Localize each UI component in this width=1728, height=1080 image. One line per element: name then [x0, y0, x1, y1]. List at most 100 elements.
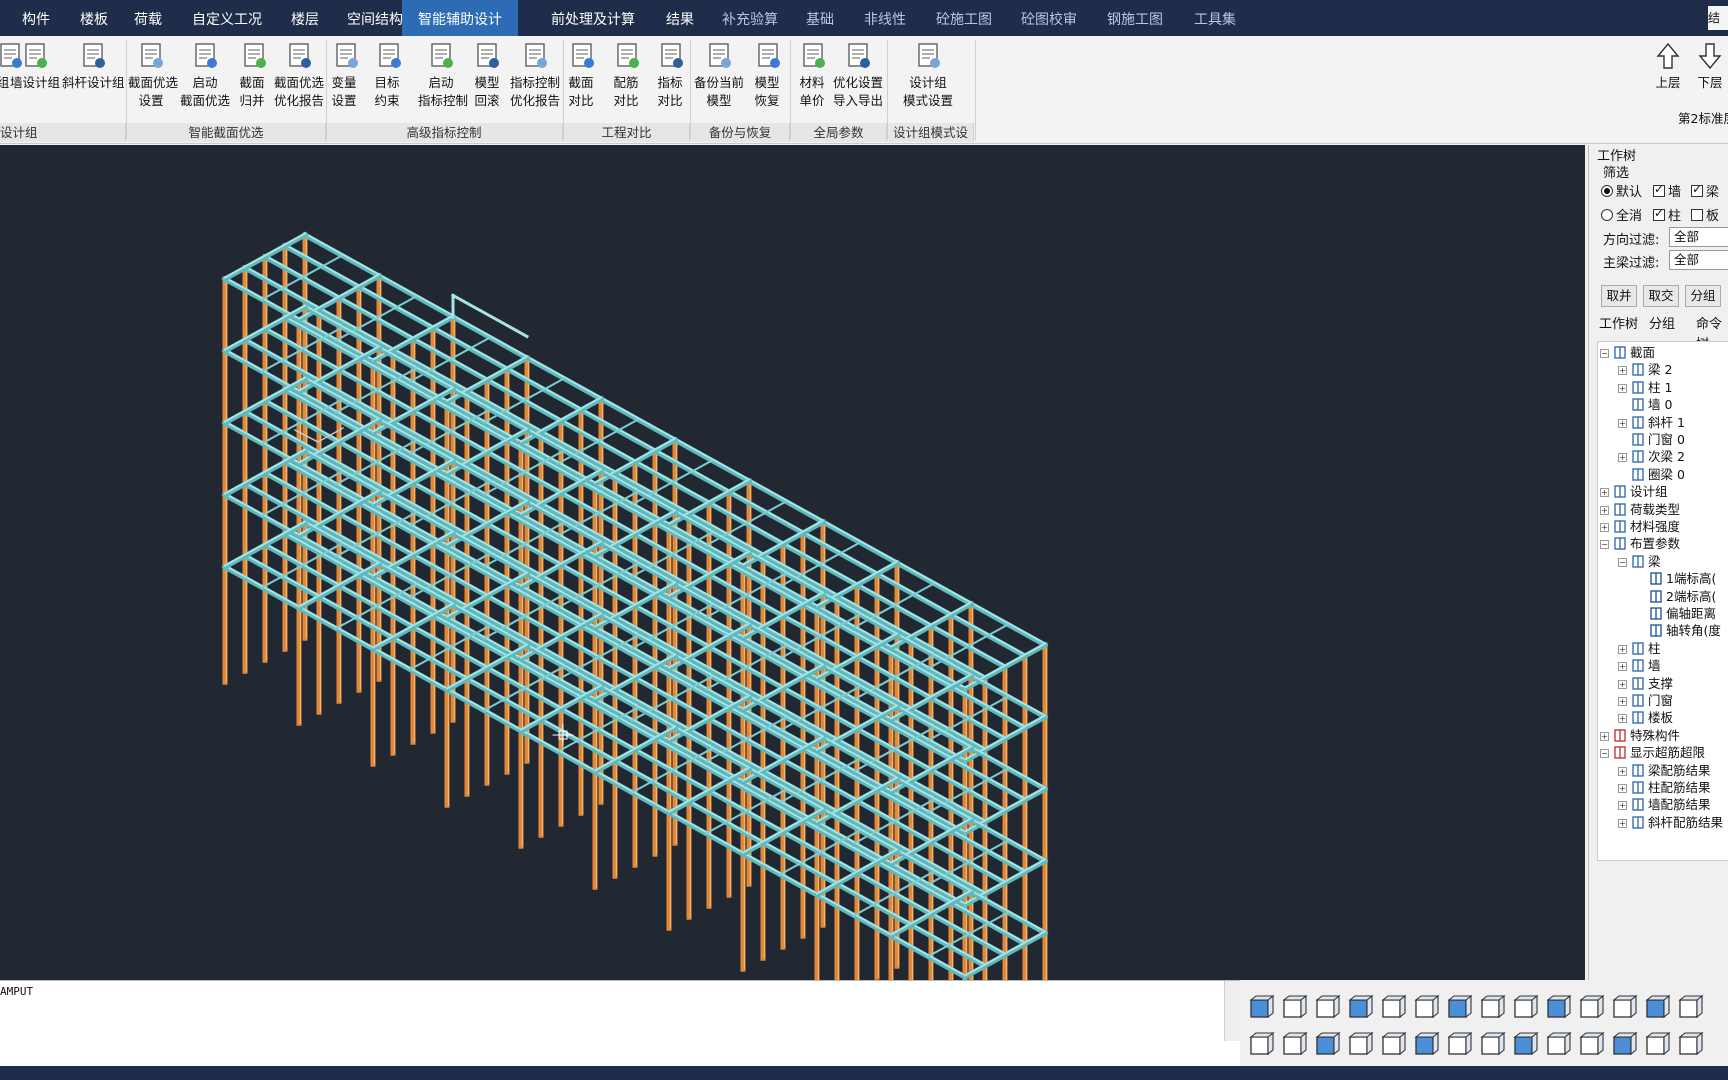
expand-toggle-icon[interactable]: +	[1618, 801, 1627, 811]
checkbox-column[interactable]: 柱	[1653, 205, 1681, 224]
expand-toggle-icon[interactable]: +	[1618, 383, 1627, 393]
view-tool-icon[interactable]	[1411, 993, 1441, 1023]
main-beam-filter-select[interactable]: 全部	[1669, 250, 1728, 270]
view-tool-icon[interactable]	[1510, 1030, 1540, 1060]
menu-13[interactable]: 砼图校审	[1021, 0, 1077, 36]
tree-node[interactable]: + 柱 1	[1618, 379, 1672, 396]
menu-3[interactable]: 自定义工况	[192, 0, 262, 36]
tree-node[interactable]: + 次梁 2	[1618, 448, 1685, 465]
expand-toggle-icon[interactable]: +	[1618, 697, 1627, 706]
tree-node[interactable]: + 墙配筋结果	[1618, 796, 1711, 813]
expand-toggle-icon[interactable]: +	[1618, 784, 1627, 793]
tree-node[interactable]: +2端标高(	[1636, 588, 1716, 605]
view-tool-icon[interactable]	[1675, 993, 1705, 1023]
ribbon-button-16[interactable]: 模型 恢复	[752, 40, 782, 110]
tree-node[interactable]: +门窗 0	[1618, 431, 1685, 448]
tree-node[interactable]: + 梁 2	[1618, 361, 1672, 378]
tab-work-tree[interactable]: 工作树	[1599, 315, 1638, 335]
menu-8[interactable]: 结果	[666, 0, 694, 36]
view-tool-icon[interactable]	[1543, 993, 1573, 1023]
view-tool-icon[interactable]	[1246, 993, 1276, 1023]
expand-toggle-icon[interactable]: +	[1618, 679, 1627, 689]
ribbon-button-9[interactable]: 启动 指标控制	[418, 40, 468, 110]
expand-toggle-icon[interactable]: +	[1600, 505, 1609, 515]
command-scrollbar[interactable]	[1224, 981, 1240, 1041]
view-tool-icon[interactable]	[1345, 993, 1375, 1023]
tab-group[interactable]: 分组	[1649, 315, 1675, 335]
ribbon-button-13[interactable]: 配筋 对比	[611, 40, 641, 110]
tree-node[interactable]: + 门窗	[1618, 692, 1673, 709]
ribbon-button-1[interactable]: 墙设计组	[10, 40, 60, 92]
view-tool-icon[interactable]	[1312, 993, 1342, 1023]
menu-11[interactable]: 非线性	[864, 0, 906, 36]
tree-node[interactable]: + 柱	[1618, 640, 1661, 657]
menu-1[interactable]: 楼板	[80, 0, 108, 36]
tree-node[interactable]: +圈梁 0	[1618, 466, 1685, 483]
menu-7[interactable]: 前处理及计算	[551, 0, 635, 36]
view-tool-icon[interactable]	[1378, 993, 1408, 1023]
view-tool-icon[interactable]	[1609, 1030, 1639, 1060]
view-tool-icon[interactable]	[1444, 993, 1474, 1023]
tree-node[interactable]: +轴转角(度	[1636, 622, 1721, 639]
3d-viewport[interactable]	[0, 145, 1585, 980]
tree-node[interactable]: +偏轴距离	[1636, 605, 1716, 622]
ribbon-button-6[interactable]: 截面优选 优化报告	[274, 40, 324, 110]
menu-0[interactable]: 构件	[22, 0, 50, 36]
expand-toggle-icon[interactable]: +	[1618, 644, 1627, 654]
tree-node[interactable]: +1端标高(	[1636, 570, 1716, 587]
expand-toggle-icon[interactable]: +	[1618, 453, 1627, 463]
expand-toggle-icon[interactable]: +	[1618, 366, 1627, 376]
ribbon-button-12[interactable]: 截面 对比	[566, 40, 596, 110]
tree-node[interactable]: + 设计组	[1600, 483, 1668, 500]
menu-right-item[interactable]: 结构	[1708, 6, 1728, 30]
expand-toggle-icon[interactable]: −	[1600, 749, 1609, 759]
view-tool-icon[interactable]	[1477, 1030, 1507, 1060]
expand-toggle-icon[interactable]: +	[1618, 662, 1627, 672]
expand-toggle-icon[interactable]: +	[1600, 731, 1609, 741]
command-line[interactable]: AMPUT	[0, 980, 1240, 1080]
menu-10[interactable]: 基础	[806, 0, 834, 36]
checkbox-slab[interactable]: 板	[1691, 205, 1719, 224]
menu-12[interactable]: 砼施工图	[936, 0, 992, 36]
tree-node[interactable]: − 布置参数	[1600, 535, 1680, 552]
union-button[interactable]: 取并	[1601, 285, 1637, 307]
view-tool-icon[interactable]	[1411, 1030, 1441, 1060]
ribbon-button-3[interactable]: 截面优选 设置	[128, 40, 178, 110]
expand-toggle-icon[interactable]: −	[1618, 557, 1627, 567]
view-tool-icon[interactable]	[1312, 1030, 1342, 1060]
ribbon-button-14[interactable]: 指标 对比	[655, 40, 685, 110]
tree-node[interactable]: +墙 0	[1618, 396, 1672, 413]
view-tool-icon[interactable]	[1543, 1030, 1573, 1060]
ribbon-button-7[interactable]: 变量 设置	[330, 40, 358, 110]
ribbon-button-10[interactable]: 模型 回滚	[470, 40, 504, 110]
direction-filter-select[interactable]: 全部	[1669, 227, 1728, 247]
expand-toggle-icon[interactable]: −	[1600, 540, 1609, 550]
view-tool-icon[interactable]	[1642, 993, 1672, 1023]
view-tool-icon[interactable]	[1444, 1030, 1474, 1060]
ribbon-button-4[interactable]: 启动 截面优选	[180, 40, 230, 110]
view-tool-icon[interactable]	[1345, 1030, 1375, 1060]
expand-toggle-icon[interactable]: +	[1618, 818, 1627, 828]
expand-toggle-icon[interactable]: +	[1600, 488, 1609, 498]
menu-5[interactable]: 空间结构	[347, 0, 403, 36]
floor-up-button[interactable]: 上层	[1652, 40, 1684, 92]
tree-node[interactable]: + 材料强度	[1600, 518, 1680, 535]
tree-node[interactable]: + 斜杆 1	[1618, 414, 1685, 431]
view-tool-icon[interactable]	[1279, 993, 1309, 1023]
floor-down-button[interactable]: 下层	[1694, 40, 1726, 92]
menu-9[interactable]: 补充验算	[722, 0, 778, 36]
radio-all[interactable]: 全消	[1601, 205, 1642, 224]
ribbon-button-17[interactable]: 材料 单价	[797, 40, 827, 110]
ribbon-button-8[interactable]: 目标 约束	[373, 40, 401, 110]
view-tool-icon[interactable]	[1477, 993, 1507, 1023]
tree-node[interactable]: + 墙	[1618, 657, 1661, 674]
group-button[interactable]: 分组	[1685, 285, 1721, 307]
ribbon-button-18[interactable]: 优化设置 导入导出	[833, 40, 883, 110]
menu-6[interactable]: 智能辅助设计	[402, 0, 518, 36]
view-tool-icon[interactable]	[1510, 993, 1540, 1023]
menu-4[interactable]: 楼层	[291, 0, 319, 36]
expand-toggle-icon[interactable]: −	[1600, 349, 1609, 358]
ribbon-button-15[interactable]: 备份当前 模型	[694, 40, 744, 110]
expand-toggle-icon[interactable]: +	[1618, 766, 1627, 776]
menu-15[interactable]: 工具集	[1194, 0, 1236, 36]
